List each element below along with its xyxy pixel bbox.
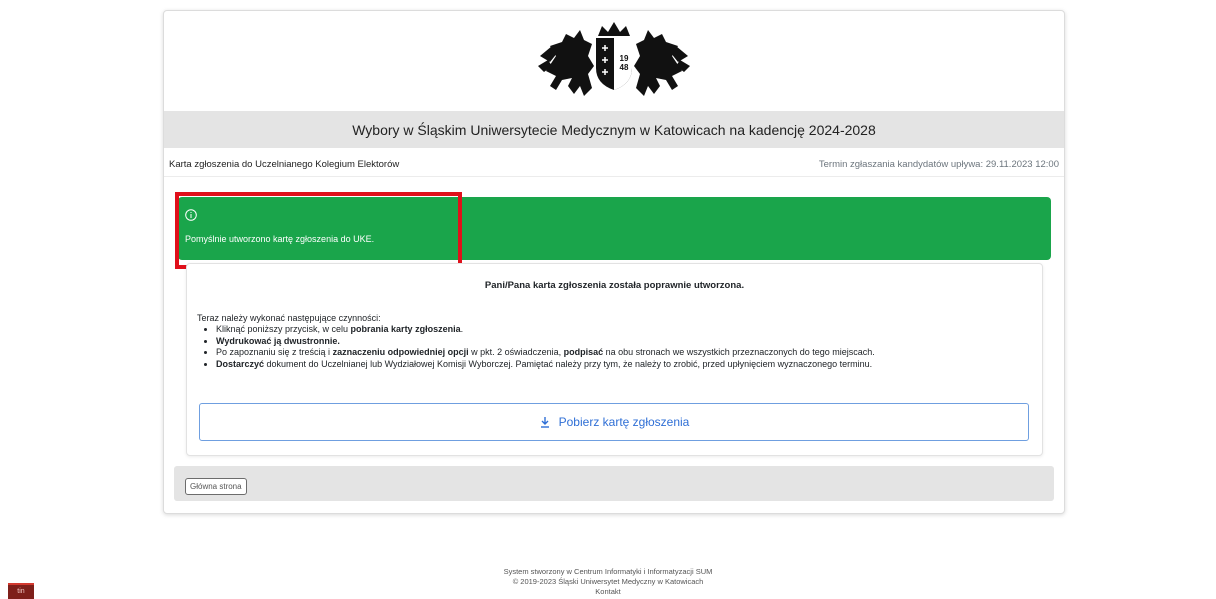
- instructions-panel: Pani/Pana karta zgłoszenia została popra…: [186, 263, 1043, 456]
- app-icon-label: tin: [17, 588, 25, 595]
- app-icon[interactable]: tin: [8, 583, 34, 599]
- card-footer-bar: Główna strona: [174, 466, 1054, 501]
- alert-message: Pomyślnie utworzono kartę zgłoszenia do …: [185, 234, 375, 244]
- instructions-list: Kliknąć poniższy przycisk, w celu pobran…: [197, 324, 875, 370]
- footer-contact-link[interactable]: Kontakt: [0, 587, 1216, 597]
- deadline-text: Termin zgłaszania kandydatów upływa: 29.…: [818, 158, 1059, 170]
- list-item: Kliknąć poniższy przycisk, w celu pobran…: [216, 324, 875, 336]
- download-label: Pobierz kartę zgłoszenia: [558, 415, 690, 429]
- form-name: Karta zgłoszenia do Uczelnianego Kolegiu…: [169, 158, 400, 170]
- footer-copyright: © 2019-2023 Śląski Uniwersytet Medyczny …: [512, 577, 704, 586]
- download-icon: [540, 417, 549, 428]
- list-item: Po zapoznaniu się z treścią i zaznaczeni…: [216, 347, 875, 359]
- info-circle-icon: [185, 209, 197, 221]
- list-item: Dostarczyć dokument do Uczelnianej lub W…: [216, 359, 875, 371]
- footer-credit: System stworzony w Centrum Informatyki i…: [503, 567, 713, 576]
- success-alert: Pomyślnie utworzono kartę zgłoszenia do …: [178, 197, 1051, 260]
- instructions-intro: Teraz należy wykonać następujące czynnoś…: [197, 313, 381, 323]
- griffins-emblem-icon: [538, 22, 690, 96]
- form-subheader: Karta zgłoszenia do Uczelnianego Kolegiu…: [164, 152, 1064, 177]
- logo-year-text: 19 48: [619, 54, 629, 72]
- panel-heading: Pani/Pana karta zgłoszenia została popra…: [484, 280, 745, 291]
- university-logo: 19 48: [536, 16, 692, 106]
- main-card: 19 48 Wybory w Śląskim Uniwersytecie Med…: [163, 10, 1065, 514]
- list-item: Wydrukować ją dwustronnie.: [216, 336, 875, 348]
- election-title-bar: Wybory w Śląskim Uniwersytecie Medycznym…: [164, 111, 1064, 148]
- page-title: Wybory w Śląskim Uniwersytecie Medycznym…: [352, 121, 876, 138]
- home-button[interactable]: Główna strona: [185, 478, 247, 495]
- download-card-button[interactable]: Pobierz kartę zgłoszenia: [199, 403, 1029, 441]
- site-footer: System stworzony w Centrum Informatyki i…: [0, 567, 1216, 597]
